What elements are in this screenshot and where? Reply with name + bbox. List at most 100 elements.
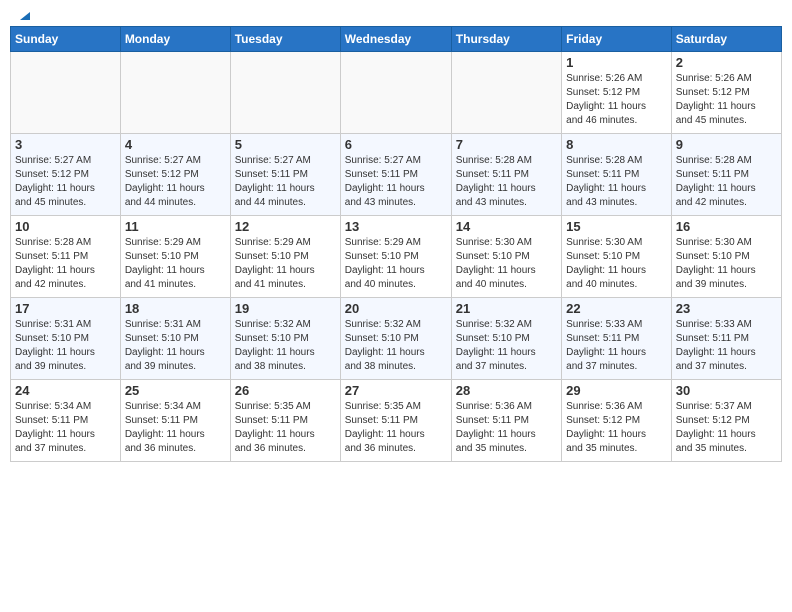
day-number: 12 (235, 219, 336, 234)
day-info: Sunrise: 5:29 AM Sunset: 5:10 PM Dayligh… (345, 236, 447, 292)
calendar-cell: 1 Sunrise: 5:26 AM Sunset: 5:12 PM Daylig… (562, 52, 672, 134)
day-number: 27 (345, 383, 447, 398)
day-info: Sunrise: 5:32 AM Sunset: 5:10 PM Dayligh… (235, 318, 336, 374)
calendar-cell: 6Sunrise: 5:27 AM Sunset: 5:11 PM Daylig… (340, 134, 451, 216)
day-info: Sunrise: 5:31 AM Sunset: 5:10 PM Dayligh… (15, 318, 116, 374)
day-info: Sunrise: 5:27 AM Sunset: 5:12 PM Dayligh… (15, 154, 116, 210)
calendar-table: SundayMondayTuesdayWednesdayThursdayFrid… (10, 26, 782, 462)
day-info: Sunrise: 5:30 AM Sunset: 5:10 PM Dayligh… (566, 236, 667, 292)
day-info: Sunrise: 5:27 AM Sunset: 5:11 PM Dayligh… (345, 154, 447, 210)
day-info: Sunrise: 5:26 AM Sunset: 5:12 PM Dayligh… (676, 72, 777, 128)
day-info: Sunrise: 5:27 AM Sunset: 5:11 PM Dayligh… (235, 154, 336, 210)
calendar-cell: 4Sunrise: 5:27 AM Sunset: 5:12 PM Daylig… (120, 134, 230, 216)
day-number: 1 (566, 55, 667, 70)
calendar-cell: 8Sunrise: 5:28 AM Sunset: 5:11 PM Daylig… (562, 134, 672, 216)
day-info: Sunrise: 5:26 AM Sunset: 5:12 PM Dayligh… (566, 72, 667, 128)
logo (14, 10, 32, 18)
day-number: 11 (125, 219, 226, 234)
weekday-header-sunday: Sunday (11, 27, 121, 52)
calendar-cell (340, 52, 451, 134)
day-number: 24 (15, 383, 116, 398)
day-info: Sunrise: 5:37 AM Sunset: 5:12 PM Dayligh… (676, 400, 777, 456)
day-number: 10 (15, 219, 116, 234)
day-info: Sunrise: 5:33 AM Sunset: 5:11 PM Dayligh… (676, 318, 777, 374)
week-row-3: 10 Sunrise: 5:28 AM Sunset: 5:11 PM Dayli… (11, 216, 782, 298)
day-number: 29 (566, 383, 667, 398)
day-info: Sunrise: 5:29 AM Sunset: 5:10 PM Dayligh… (125, 236, 226, 292)
day-number: 2 (676, 55, 777, 70)
day-info: Sunrise: 5:27 AM Sunset: 5:12 PM Dayligh… (125, 154, 226, 210)
page-header (10, 10, 782, 18)
day-number: 25 (125, 383, 226, 398)
calendar-cell: 21 Sunrise: 5:32 AM Sunset: 5:10 PM Dayli… (451, 298, 561, 380)
day-info: Sunrise: 5:33 AM Sunset: 5:11 PM Dayligh… (566, 318, 667, 374)
calendar-cell: 18 Sunrise: 5:31 AM Sunset: 5:10 PM Dayli… (120, 298, 230, 380)
day-number: 14 (456, 219, 557, 234)
day-info: Sunrise: 5:28 AM Sunset: 5:11 PM Dayligh… (676, 154, 777, 210)
day-info: Sunrise: 5:30 AM Sunset: 5:10 PM Dayligh… (456, 236, 557, 292)
weekday-header-thursday: Thursday (451, 27, 561, 52)
day-info: Sunrise: 5:34 AM Sunset: 5:11 PM Dayligh… (125, 400, 226, 456)
calendar-cell: 25 Sunrise: 5:34 AM Sunset: 5:11 PM Dayli… (120, 380, 230, 462)
calendar-cell: 29 Sunrise: 5:36 AM Sunset: 5:12 PM Dayli… (562, 380, 672, 462)
calendar-cell: 23Sunrise: 5:33 AM Sunset: 5:11 PM Dayli… (671, 298, 781, 380)
calendar-cell: 24 Sunrise: 5:34 AM Sunset: 5:11 PM Dayli… (11, 380, 121, 462)
day-number: 19 (235, 301, 336, 316)
calendar-cell: 19 Sunrise: 5:32 AM Sunset: 5:10 PM Dayli… (230, 298, 340, 380)
day-number: 26 (235, 383, 336, 398)
day-number: 21 (456, 301, 557, 316)
week-row-1: 1 Sunrise: 5:26 AM Sunset: 5:12 PM Daylig… (11, 52, 782, 134)
calendar-cell: 30 Sunrise: 5:37 AM Sunset: 5:12 PM Dayli… (671, 380, 781, 462)
weekday-header-friday: Friday (562, 27, 672, 52)
week-row-2: 3 Sunrise: 5:27 AM Sunset: 5:12 PM Daylig… (11, 134, 782, 216)
day-info: Sunrise: 5:30 AM Sunset: 5:10 PM Dayligh… (676, 236, 777, 292)
day-info: Sunrise: 5:34 AM Sunset: 5:11 PM Dayligh… (15, 400, 116, 456)
day-number: 16 (676, 219, 777, 234)
calendar-cell: 20 Sunrise: 5:32 AM Sunset: 5:10 PM Dayli… (340, 298, 451, 380)
day-info: Sunrise: 5:36 AM Sunset: 5:12 PM Dayligh… (566, 400, 667, 456)
day-info: Sunrise: 5:32 AM Sunset: 5:10 PM Dayligh… (456, 318, 557, 374)
calendar-cell: 26Sunrise: 5:35 AM Sunset: 5:11 PM Dayli… (230, 380, 340, 462)
weekday-header-wednesday: Wednesday (340, 27, 451, 52)
calendar-cell: 3 Sunrise: 5:27 AM Sunset: 5:12 PM Daylig… (11, 134, 121, 216)
day-number: 28 (456, 383, 557, 398)
calendar-cell: 15 Sunrise: 5:30 AM Sunset: 5:10 PM Dayli… (562, 216, 672, 298)
weekday-header-monday: Monday (120, 27, 230, 52)
day-info: Sunrise: 5:32 AM Sunset: 5:10 PM Dayligh… (345, 318, 447, 374)
weekday-header-saturday: Saturday (671, 27, 781, 52)
calendar-cell: 16 Sunrise: 5:30 AM Sunset: 5:10 PM Dayli… (671, 216, 781, 298)
calendar-cell (451, 52, 561, 134)
calendar-cell: 22Sunrise: 5:33 AM Sunset: 5:11 PM Dayli… (562, 298, 672, 380)
calendar-cell: 7Sunrise: 5:28 AM Sunset: 5:11 PM Daylig… (451, 134, 561, 216)
day-number: 9 (676, 137, 777, 152)
calendar-cell: 17 Sunrise: 5:31 AM Sunset: 5:10 PM Dayli… (11, 298, 121, 380)
day-info: Sunrise: 5:29 AM Sunset: 5:10 PM Dayligh… (235, 236, 336, 292)
day-number: 18 (125, 301, 226, 316)
weekday-header-tuesday: Tuesday (230, 27, 340, 52)
calendar-cell: 11 Sunrise: 5:29 AM Sunset: 5:10 PM Dayli… (120, 216, 230, 298)
calendar-cell: 9 Sunrise: 5:28 AM Sunset: 5:11 PM Daylig… (671, 134, 781, 216)
calendar-cell (120, 52, 230, 134)
calendar-cell: 12 Sunrise: 5:29 AM Sunset: 5:10 PM Dayli… (230, 216, 340, 298)
day-info: Sunrise: 5:36 AM Sunset: 5:11 PM Dayligh… (456, 400, 557, 456)
calendar-cell: 14 Sunrise: 5:30 AM Sunset: 5:10 PM Dayli… (451, 216, 561, 298)
week-row-5: 24 Sunrise: 5:34 AM Sunset: 5:11 PM Dayli… (11, 380, 782, 462)
calendar-cell: 13 Sunrise: 5:29 AM Sunset: 5:10 PM Dayli… (340, 216, 451, 298)
day-number: 13 (345, 219, 447, 234)
calendar-cell (11, 52, 121, 134)
day-info: Sunrise: 5:35 AM Sunset: 5:11 PM Dayligh… (345, 400, 447, 456)
calendar-cell: 27 Sunrise: 5:35 AM Sunset: 5:11 PM Dayli… (340, 380, 451, 462)
weekday-header-row: SundayMondayTuesdayWednesdayThursdayFrid… (11, 27, 782, 52)
day-number: 20 (345, 301, 447, 316)
day-number: 5 (235, 137, 336, 152)
day-number: 17 (15, 301, 116, 316)
day-info: Sunrise: 5:31 AM Sunset: 5:10 PM Dayligh… (125, 318, 226, 374)
day-number: 15 (566, 219, 667, 234)
day-number: 3 (15, 137, 116, 152)
day-info: Sunrise: 5:28 AM Sunset: 5:11 PM Dayligh… (15, 236, 116, 292)
day-number: 30 (676, 383, 777, 398)
day-info: Sunrise: 5:28 AM Sunset: 5:11 PM Dayligh… (566, 154, 667, 210)
week-row-4: 17 Sunrise: 5:31 AM Sunset: 5:10 PM Dayli… (11, 298, 782, 380)
logo-triangle-icon (16, 6, 32, 22)
calendar-cell: 2 Sunrise: 5:26 AM Sunset: 5:12 PM Daylig… (671, 52, 781, 134)
